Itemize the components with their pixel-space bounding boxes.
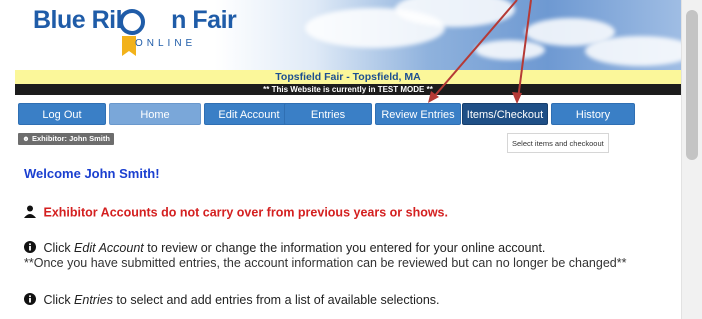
warning-text: Exhibitor Accounts do not carry over fro… (43, 205, 448, 220)
info-icon (24, 241, 40, 256)
edit-account-link[interactable]: Edit Account (74, 241, 144, 255)
page-scrollbar[interactable] (681, 0, 702, 319)
account-locked-note: **Once you have submitted entries, the a… (24, 256, 627, 270)
entries-link[interactable]: Entries (74, 293, 113, 307)
site-header: Blue Ribb n Fair ONLINE (15, 0, 681, 70)
entries-info: Click Entries to select and add entries … (24, 293, 440, 308)
info-icon (24, 293, 40, 308)
info1-prefix: Click (43, 241, 75, 255)
info3-suffix: to select and add entries from a list of… (112, 293, 440, 307)
ribbon-icon (119, 9, 145, 35)
welcome-heading: Welcome John Smith! (24, 166, 160, 181)
nav-items-checkout-button[interactable]: Items/Checkout (462, 103, 548, 125)
nav-log-out-button[interactable]: Log Out (18, 103, 106, 125)
warning-line: Exhibitor Accounts do not carry over fro… (24, 205, 448, 221)
nav-home-button[interactable]: Home (109, 103, 201, 125)
checkout-search-input[interactable] (507, 133, 609, 153)
nav-edit-account-button[interactable]: Edit Account (204, 103, 294, 125)
edit-account-info: Click Edit Account to review or change t… (24, 241, 545, 256)
info1-suffix: to review or change the information you … (143, 241, 546, 255)
nav-review-entries-button[interactable]: Review Entries (375, 103, 461, 125)
exhibitor-badge: ☻ Exhibitor: John Smith (18, 133, 114, 145)
user-icon (24, 205, 40, 221)
user-icon: ☻ (22, 134, 30, 143)
info3-prefix: Click (43, 293, 75, 307)
logo-text-right: n Fair (171, 6, 237, 34)
scrollbar-thumb[interactable] (686, 10, 698, 160)
nav-history-button[interactable]: History (551, 103, 635, 125)
ribbon-tail-icon (122, 36, 136, 56)
nav-entries-button[interactable]: Entries (284, 103, 372, 125)
fair-title-bar: Topsfield Fair - Topsfield, MA (15, 70, 681, 84)
logo-subtitle: ONLINE (135, 38, 197, 49)
exhibitor-label: Exhibitor: John Smith (32, 134, 110, 143)
test-mode-bar: ** This Website is currently in TEST MOD… (15, 84, 681, 95)
